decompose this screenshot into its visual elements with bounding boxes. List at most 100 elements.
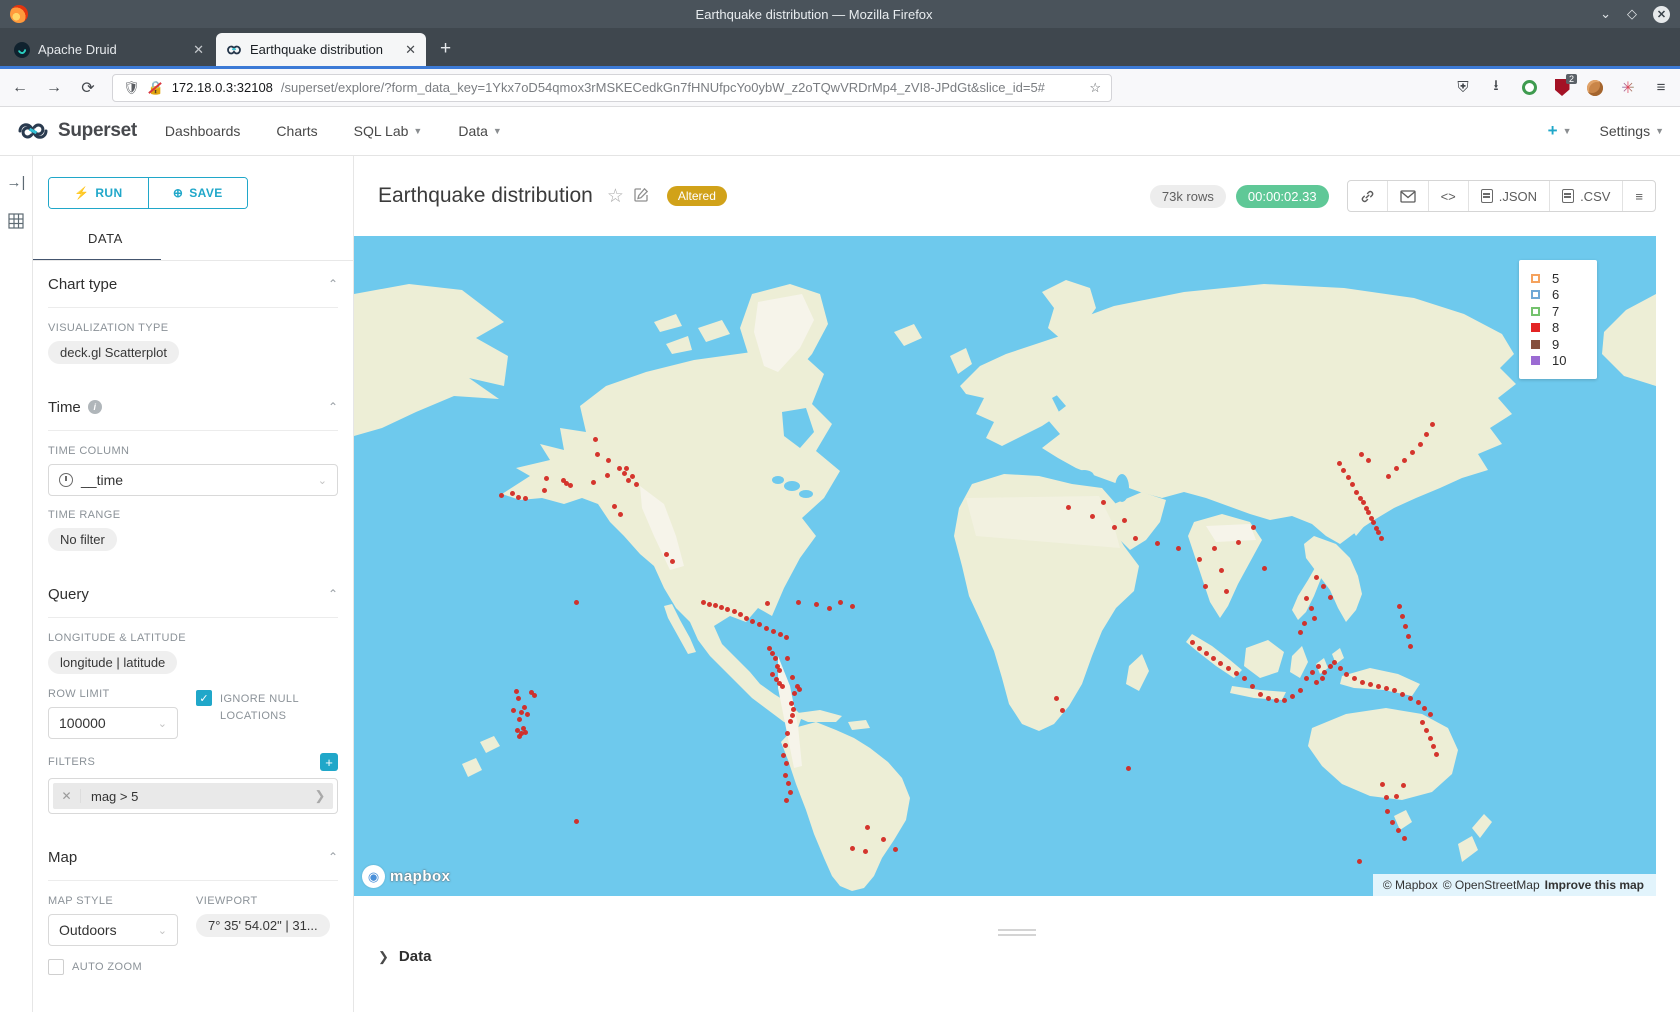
embed-code-icon[interactable]: <> — [1429, 181, 1469, 211]
earthquake-point — [1312, 616, 1317, 621]
tab-apache-druid[interactable]: Apache Druid ✕ — [4, 33, 214, 66]
ignore-null-checkbox[interactable]: ✓ — [196, 690, 212, 706]
nav-data[interactable]: Data▼ — [458, 123, 502, 139]
earthquake-point — [850, 604, 855, 609]
dataset-grid-icon[interactable] — [8, 213, 24, 233]
minimize-icon[interactable]: ⌄ — [1600, 6, 1611, 22]
superset-logo[interactable]: Superset — [16, 120, 137, 142]
earthquake-point — [1394, 794, 1399, 799]
cookie-extension-icon[interactable] — [1586, 79, 1604, 97]
export-csv-button[interactable]: .CSV — [1550, 181, 1623, 211]
export-json-button[interactable]: .JSON — [1469, 181, 1550, 211]
nav-sql-lab[interactable]: SQL Lab▼ — [354, 123, 423, 139]
add-filter-button[interactable]: + — [320, 753, 338, 771]
earthquake-point — [1304, 676, 1309, 681]
section-time[interactable]: Timei ⌃ — [48, 384, 338, 431]
insecure-lock-icon[interactable]: 🔒 — [148, 80, 164, 96]
section-point-size[interactable]: Point Size ⌄ — [48, 996, 338, 1012]
earthquake-point — [1218, 661, 1223, 666]
copy-link-button[interactable] — [1348, 181, 1388, 211]
url-bar[interactable]: 🛡 🔒 172.18.0.3:32108/superset/explore/?f… — [112, 74, 1112, 102]
tab-earthquake-distribution[interactable]: Earthquake distribution ✕ — [216, 33, 426, 66]
pane-drag-handle[interactable] — [998, 926, 1036, 939]
adblock-shield-icon[interactable]: 2 — [1553, 79, 1571, 97]
downloads-icon[interactable]: ⭳ — [1487, 79, 1505, 97]
earthquake-point — [523, 496, 528, 501]
chart-menu-icon[interactable]: ≡ — [1623, 181, 1655, 211]
time-range-value[interactable]: No filter — [48, 528, 117, 551]
earthquake-point — [719, 605, 724, 610]
add-new-button[interactable]: +▼ — [1548, 121, 1572, 141]
pinwheel-extension-icon[interactable]: ✳ — [1619, 79, 1637, 97]
section-map[interactable]: Map ⌃ — [48, 834, 338, 881]
chevron-up-icon: ⌃ — [328, 400, 338, 414]
filter-box: ✕ mag > 5 ❯ — [48, 778, 338, 814]
earthquake-point — [1418, 442, 1423, 447]
nav-dashboards[interactable]: Dashboards — [165, 123, 241, 139]
legend-item[interactable]: 8 — [1531, 320, 1597, 337]
settings-menu[interactable]: Settings▼ — [1599, 123, 1664, 139]
earthquake-point — [1066, 505, 1071, 510]
earthquake-point — [1384, 686, 1389, 691]
menu-icon[interactable]: ≡ — [1652, 79, 1670, 97]
lonlat-value[interactable]: longitude | latitude — [48, 651, 177, 674]
nav-charts[interactable]: Charts — [276, 123, 317, 139]
bookmark-star-icon[interactable]: ☆ — [1089, 80, 1101, 96]
maximize-icon[interactable]: ◇ — [1627, 6, 1637, 22]
legend-item[interactable]: 6 — [1531, 287, 1597, 304]
remove-filter-icon[interactable]: ✕ — [53, 789, 81, 803]
data-panel-toggle[interactable]: ❯ Data — [378, 948, 431, 965]
map-style-select[interactable]: Outdoors ⌄ — [48, 914, 178, 946]
earthquake-point — [1251, 525, 1256, 530]
altered-badge[interactable]: Altered — [667, 186, 727, 206]
earthquake-point — [1379, 536, 1384, 541]
reload-icon[interactable]: ⟳ — [78, 78, 98, 98]
collapse-panel-icon[interactable]: →| — [7, 174, 26, 191]
email-button[interactable] — [1388, 181, 1429, 211]
extension-green-icon[interactable] — [1520, 79, 1538, 97]
viewport-value[interactable]: 7° 35' 54.02" | 31... — [196, 914, 330, 937]
viz-type-value[interactable]: deck.gl Scatterplot — [48, 341, 179, 364]
close-icon[interactable]: ✕ — [1653, 6, 1670, 23]
earthquake-point — [765, 601, 770, 606]
earthquake-point — [784, 798, 789, 803]
earthquake-point — [1262, 566, 1267, 571]
auto-zoom-checkbox[interactable] — [48, 959, 64, 975]
section-chart-type[interactable]: Chart type ⌃ — [48, 261, 338, 308]
attribution-osm-link[interactable]: © OpenStreetMap — [1443, 878, 1540, 892]
attribution-mapbox-link[interactable]: © Mapbox — [1383, 878, 1438, 892]
earthquake-point — [606, 458, 611, 463]
legend-item[interactable]: 7 — [1531, 303, 1597, 320]
legend-swatch-icon — [1531, 356, 1540, 365]
row-limit-select[interactable]: 100000 ⌄ — [48, 707, 178, 739]
tab-close-icon[interactable]: ✕ — [405, 42, 416, 58]
save-button[interactable]: ⊕SAVE — [148, 178, 248, 208]
back-icon[interactable]: ← — [10, 79, 30, 97]
edit-properties-icon[interactable] — [634, 187, 649, 205]
mapbox-logo[interactable]: ◉ mapbox — [362, 865, 451, 888]
filter-chip[interactable]: ✕ mag > 5 ❯ — [53, 783, 333, 809]
tab-strip: Apache Druid ✕ Earthquake distribution ✕… — [0, 28, 1680, 66]
pocket-shield-icon[interactable]: ⛨ — [1454, 79, 1472, 97]
earthquake-point — [523, 730, 528, 735]
improve-map-link[interactable]: Improve this map — [1545, 878, 1644, 892]
map-canvas[interactable]: 5678910 ◉ mapbox © Mapbox © OpenStreetMa… — [354, 236, 1656, 896]
time-range-label: TIME RANGE — [48, 509, 338, 521]
forward-icon[interactable]: → — [44, 79, 64, 97]
legend-item[interactable]: 10 — [1531, 353, 1597, 370]
earthquake-point — [1328, 664, 1333, 669]
favorite-star-icon[interactable]: ☆ — [607, 185, 624, 208]
chevron-right-icon[interactable]: ❯ — [307, 788, 333, 804]
time-column-select[interactable]: __time ⌄ — [48, 464, 338, 496]
tab-close-icon[interactable]: ✕ — [193, 42, 204, 58]
new-tab-button[interactable]: + — [428, 38, 463, 66]
mapbox-logo-text: mapbox — [390, 868, 451, 885]
legend-item[interactable]: 9 — [1531, 336, 1597, 353]
tracking-shield-icon[interactable]: 🛡 — [123, 80, 140, 96]
section-query[interactable]: Query ⌃ — [48, 571, 338, 618]
legend-item[interactable]: 5 — [1531, 270, 1597, 287]
run-button[interactable]: ⚡RUN — [49, 178, 148, 208]
legend-label: 10 — [1552, 353, 1566, 368]
tab-title: Apache Druid — [38, 42, 185, 57]
tab-data[interactable]: DATA — [88, 231, 123, 246]
